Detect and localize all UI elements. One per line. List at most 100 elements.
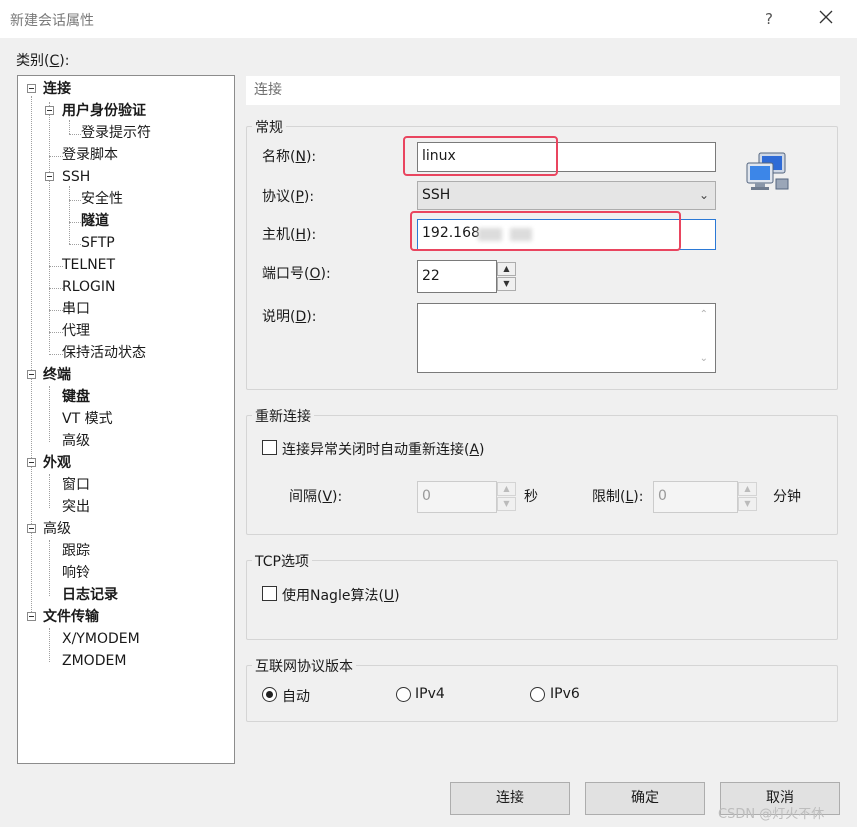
tree-item-file-transfer[interactable]: 文件传输 [43, 607, 99, 627]
limit-label: 限制(L): [592, 489, 644, 505]
watermark-text: CSDN @灯火不休 [718, 807, 825, 822]
ipv6-radio[interactable] [530, 687, 545, 702]
tree-item-login-script[interactable]: 登录脚本 [62, 145, 118, 165]
collapse-icon[interactable] [27, 370, 36, 379]
tree-item-auth[interactable]: 用户身份验证 [62, 101, 146, 121]
description-label: 说明(D): [262, 309, 317, 325]
tree-item-zmodem[interactable]: ZMODEM [62, 651, 126, 671]
ipv4-label: IPv4 [415, 686, 445, 702]
ip-auto-label: 自动 [282, 689, 310, 705]
collapse-icon[interactable] [27, 84, 36, 93]
collapse-icon[interactable] [45, 106, 54, 115]
tree-item-login-prompts[interactable]: 登录提示符 [81, 123, 151, 143]
nagle-checkbox[interactable] [262, 586, 277, 601]
ipv6-label: IPv6 [550, 686, 580, 702]
host-label: 主机(H): [262, 227, 317, 243]
collapse-icon[interactable] [27, 524, 36, 533]
tree-item-vt-mode[interactable]: VT 模式 [62, 409, 113, 429]
tree-item-keyboard[interactable]: 键盘 [62, 387, 90, 407]
tree-connector [49, 156, 63, 157]
connect-button[interactable]: 连接 [450, 782, 570, 815]
tree-connector [49, 386, 50, 442]
tree-item-sftp[interactable]: SFTP [81, 233, 115, 253]
limit-input[interactable]: 0 [653, 481, 738, 513]
scroll-down-icon[interactable]: ⌄ [700, 354, 708, 364]
tree-item-bell[interactable]: 响铃 [62, 563, 90, 583]
name-label: 名称(N): [262, 149, 317, 165]
tree-connector [69, 200, 81, 201]
tree-connector [49, 102, 50, 352]
tree-connector [49, 288, 63, 289]
tree-connector [49, 310, 63, 311]
tree-item-connection[interactable]: 连接 [43, 79, 71, 99]
interval-unit: 秒 [524, 489, 538, 505]
highlight-box [403, 136, 558, 176]
tree-connector [49, 628, 50, 662]
tree-connector [49, 354, 63, 355]
tree-item-xymodem[interactable]: X/YMODEM [62, 629, 140, 649]
interval-input[interactable]: 0 [417, 481, 497, 513]
tree-item-logging[interactable]: 日志记录 [62, 585, 118, 605]
ok-button[interactable]: 确定 [585, 782, 705, 815]
nagle-label: 使用Nagle算法(U) [282, 588, 400, 604]
collapse-icon[interactable] [27, 458, 36, 467]
tree-item-proxy[interactable]: 代理 [62, 321, 90, 341]
tree-item-keepalive[interactable]: 保持活动状态 [62, 343, 146, 363]
reconnect-group [246, 415, 838, 535]
tree-connector [69, 186, 70, 244]
arrow-down-icon[interactable]: ▼ [497, 497, 516, 511]
session-properties-dialog: 新建会话属性 ? 类别(C): 连接 用户身份验证 登录提示符 登录脚本 SSH… [0, 0, 857, 827]
window-title: 新建会话属性 [10, 13, 94, 29]
reconnect-group-title: 重新连接 [252, 406, 314, 426]
tree-item-terminal-advanced[interactable]: 高级 [62, 431, 90, 451]
tree-item-security[interactable]: 安全性 [81, 189, 123, 209]
collapse-icon[interactable] [27, 612, 36, 621]
auto-reconnect-checkbox[interactable] [262, 440, 277, 455]
arrow-up-icon[interactable]: ▲ [738, 482, 757, 496]
tree-connector [31, 96, 32, 618]
collapse-icon[interactable] [45, 172, 54, 181]
arrow-down-icon[interactable]: ▼ [497, 277, 516, 291]
arrow-down-icon[interactable]: ▼ [738, 497, 757, 511]
arrow-up-icon[interactable]: ▲ [497, 482, 516, 496]
tree-connector [49, 332, 63, 333]
tree-item-advanced[interactable]: 高级 [43, 519, 71, 539]
ip-version-group-title: 互联网协议版本 [252, 656, 356, 676]
close-icon [819, 10, 833, 24]
tree-item-ssh[interactable]: SSH [62, 167, 90, 187]
tree-item-telnet[interactable]: TELNET [62, 255, 115, 275]
interval-label: 间隔(V): [289, 489, 343, 505]
scroll-up-icon[interactable]: ⌃ [700, 310, 708, 320]
limit-unit: 分钟 [773, 489, 801, 505]
network-computer-icon [745, 151, 791, 197]
category-label: 类别(C): [16, 53, 70, 69]
tree-connector [69, 120, 70, 134]
tree-item-highlight[interactable]: 突出 [62, 497, 90, 517]
tree-connector [49, 540, 50, 596]
tree-connector [69, 222, 81, 223]
tree-connector [49, 474, 50, 508]
auto-reconnect-label: 连接异常关闭时自动重新连接(A) [282, 442, 485, 458]
ip-auto-radio[interactable] [262, 687, 277, 702]
tree-connector [49, 266, 63, 267]
tree-item-serial[interactable]: 串口 [62, 299, 90, 319]
tree-item-terminal[interactable]: 终端 [43, 365, 71, 385]
port-input[interactable]: 22 [417, 260, 497, 293]
arrow-up-icon[interactable]: ▲ [497, 262, 516, 276]
panel-header: 连接 [246, 76, 840, 105]
protocol-select[interactable]: SSH ⌄ [417, 181, 716, 210]
tree-item-appearance[interactable]: 外观 [43, 453, 71, 473]
description-textarea[interactable]: ⌃ ⌄ [417, 303, 716, 373]
protocol-label: 协议(P): [262, 189, 315, 205]
title-bar: 新建会话属性 ? [0, 0, 857, 38]
help-button[interactable]: ? [755, 6, 783, 32]
tree-item-window[interactable]: 窗口 [62, 475, 90, 495]
ipv4-radio[interactable] [396, 687, 411, 702]
chevron-down-icon: ⌄ [698, 188, 709, 202]
tcp-group-title: TCP选项 [252, 551, 312, 571]
tree-item-trace[interactable]: 跟踪 [62, 541, 90, 561]
category-tree[interactable]: 连接 用户身份验证 登录提示符 登录脚本 SSH 安全性 隧道 SFTP TEL… [17, 75, 235, 764]
tree-item-rlogin[interactable]: RLOGIN [62, 277, 116, 297]
tree-item-tunnel[interactable]: 隧道 [81, 211, 109, 231]
close-button[interactable] [812, 6, 840, 32]
